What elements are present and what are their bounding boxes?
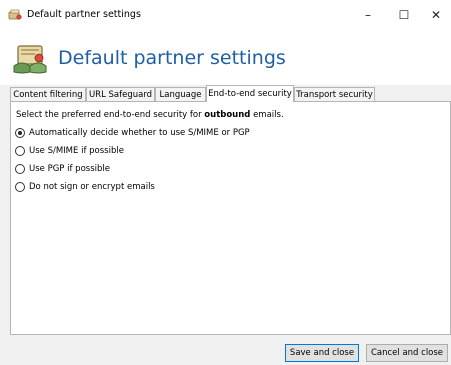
close-button[interactable]: ✕ bbox=[421, 6, 451, 24]
radio-button[interactable] bbox=[15, 164, 25, 174]
radio-button[interactable] bbox=[15, 146, 25, 156]
page-title: Default partner settings bbox=[58, 47, 286, 69]
maximize-button[interactable]: ☐ bbox=[389, 6, 419, 24]
title-bar: Default partner settings – ☐ ✕ bbox=[0, 0, 451, 30]
option-label: Do not sign or encrypt emails bbox=[29, 182, 155, 192]
tab-end-to-end-security[interactable]: End-to-end security bbox=[206, 85, 294, 102]
radio-button[interactable] bbox=[15, 182, 25, 192]
option-label: Automatically decide whether to use S/MI… bbox=[29, 128, 250, 138]
partner-handshake-icon bbox=[8, 9, 22, 20]
partner-handshake-icon bbox=[13, 45, 47, 74]
description-suffix: emails. bbox=[250, 110, 284, 120]
window-title: Default partner settings bbox=[27, 9, 141, 20]
minimize-button[interactable]: – bbox=[353, 6, 383, 24]
option-label: Use S/MIME if possible bbox=[29, 146, 124, 156]
security-description: Select the preferred end-to-end security… bbox=[16, 110, 284, 120]
cancel-and-close-button[interactable]: Cancel and close bbox=[366, 344, 448, 362]
tab-transport-security[interactable]: Transport security bbox=[294, 87, 375, 101]
radio-button[interactable] bbox=[15, 128, 25, 138]
description-prefix: Select the preferred end-to-end security… bbox=[16, 110, 205, 120]
tab-url-safeguard[interactable]: URL Safeguard bbox=[86, 87, 155, 101]
tab-content-filtering[interactable]: Content filtering bbox=[10, 87, 86, 101]
option-label: Use PGP if possible bbox=[29, 164, 110, 174]
description-bold: outbound bbox=[204, 110, 251, 120]
tab-language[interactable]: Language bbox=[155, 87, 206, 101]
save-and-close-button[interactable]: Save and close bbox=[285, 344, 359, 362]
